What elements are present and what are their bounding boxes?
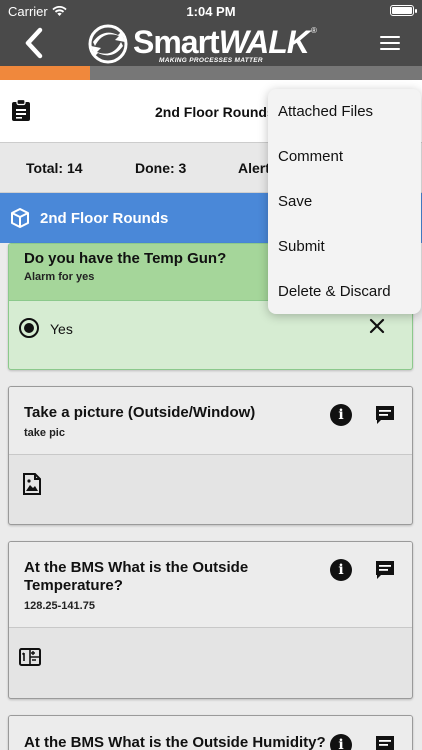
status-bar: Carrier 1:04 PM bbox=[0, 0, 422, 22]
section-title: 2nd Floor Rounds bbox=[40, 210, 169, 227]
app-header: Carrier 1:04 PM SmartWALK ® MAKING PROCE… bbox=[0, 0, 422, 66]
menu-item-attached-files[interactable]: Attached Files bbox=[278, 103, 373, 120]
smartwalk-logo-mark-icon bbox=[88, 24, 128, 64]
question-text: At the BMS What is the Outside Temperatu… bbox=[24, 559, 249, 594]
question-card: Take a picture (Outside/Window) take pic… bbox=[8, 386, 413, 525]
clipboard-icon bbox=[12, 99, 30, 121]
info-icon[interactable]: i bbox=[330, 734, 352, 750]
question-subtext: 128.25-141.75 bbox=[24, 600, 95, 612]
question-text: Do you have the Temp Gun? bbox=[24, 250, 227, 267]
round-progress-fill bbox=[0, 66, 91, 80]
question-card-header: Take a picture (Outside/Window) take pic… bbox=[9, 387, 412, 455]
cube-icon bbox=[11, 208, 29, 228]
question-card-header: At the BMS What is the Outside Temperatu… bbox=[9, 542, 412, 628]
question-card-header: At the BMS What is the Outside Humidity?… bbox=[9, 716, 412, 750]
brand-name: SmartWALK bbox=[133, 24, 310, 60]
question-text: At the BMS What is the Outside Humidity? bbox=[24, 734, 326, 750]
photo-icon[interactable] bbox=[22, 473, 42, 495]
info-icon[interactable]: i bbox=[330, 404, 352, 426]
menu-item-save[interactable]: Save bbox=[278, 193, 312, 210]
battery-icon bbox=[390, 5, 417, 16]
question-text: Take a picture (Outside/Window) bbox=[24, 404, 256, 421]
answer-radio-selected[interactable] bbox=[19, 318, 39, 338]
menu-item-comment[interactable]: Comment bbox=[278, 148, 343, 165]
clear-answer-icon[interactable] bbox=[368, 317, 386, 335]
menu-item-delete-discard[interactable]: Delete & Discard bbox=[278, 283, 391, 300]
smartwalk-logo: SmartWALK ® MAKING PROCESSES MATTER bbox=[85, 22, 317, 66]
stat-total: Total: 14 bbox=[26, 160, 83, 176]
question-subtext: take pic bbox=[24, 427, 65, 439]
menu-item-submit[interactable]: Submit bbox=[278, 238, 325, 255]
question-card: At the BMS What is the Outside Temperatu… bbox=[8, 541, 413, 699]
info-icon[interactable]: i bbox=[330, 559, 352, 581]
round-progress-bar bbox=[0, 66, 422, 80]
options-dropdown-menu: Attached Files Comment Save Submit Delet… bbox=[268, 89, 421, 314]
comment-icon[interactable] bbox=[374, 734, 396, 750]
hamburger-menu-icon[interactable] bbox=[380, 36, 400, 50]
back-chevron-icon[interactable] bbox=[20, 26, 48, 60]
status-time: 1:04 PM bbox=[186, 4, 236, 19]
comment-icon[interactable] bbox=[374, 559, 396, 581]
question-subtext: Alarm for yes bbox=[24, 271, 95, 283]
registered-mark: ® bbox=[311, 26, 317, 35]
stat-done: Done: 3 bbox=[135, 160, 187, 176]
round-title: 2nd Floor Rounds bbox=[155, 104, 275, 120]
numeric-keypad-icon[interactable] bbox=[19, 648, 41, 666]
question-card: At the BMS What is the Outside Humidity?… bbox=[8, 715, 413, 750]
comment-icon[interactable] bbox=[374, 404, 396, 426]
answer-label: Yes bbox=[50, 321, 73, 337]
